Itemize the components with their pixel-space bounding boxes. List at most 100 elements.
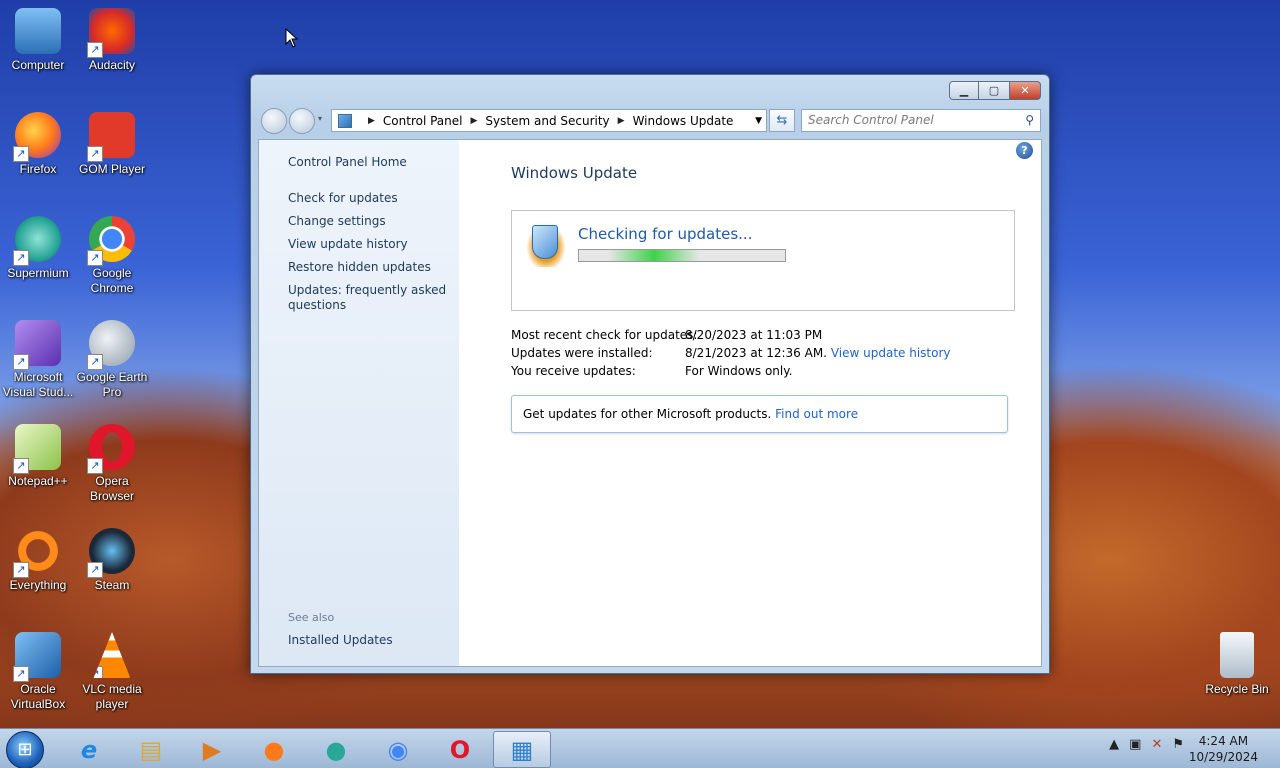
info-label: Updates were installed: [511, 346, 653, 360]
close-button[interactable]: ✕ [1009, 81, 1041, 100]
forward-button[interactable] [289, 108, 315, 134]
status-text: Checking for updates... [578, 225, 753, 243]
desktop-icon-label: Opera Browser [89, 474, 134, 503]
refresh-button[interactable]: ⇆ [769, 109, 795, 132]
breadcrumb-chevron-icon[interactable]: ▶ [471, 116, 478, 126]
clock-time: 4:24 AM [1198, 734, 1249, 748]
refresh-icon: ⇆ [776, 113, 788, 128]
desktop-icon-label: Oracle VirtualBox [10, 682, 66, 711]
address-bar[interactable]: ▶ Control Panel ▶ System and Security ▶ … [331, 109, 767, 132]
info-value: 8/20/2023 at 11:03 PM [685, 328, 823, 342]
network-icon[interactable]: ▣ [1129, 737, 1141, 752]
file-explorer-icon: ▤ [139, 735, 163, 764]
desktop-icon-google-earth[interactable]: Google Earth Pro [74, 320, 150, 400]
help-icon[interactable]: ? [1016, 142, 1033, 159]
chrome-icon: ◉ [387, 735, 409, 764]
breadcrumb-control-panel[interactable]: Control Panel [383, 114, 463, 128]
info-value: 8/21/2023 at 12:36 AM. [685, 346, 827, 360]
desktop-icon-label: Microsoft Visual Stud... [2, 370, 74, 399]
view-update-history-link[interactable]: View update history [831, 346, 951, 360]
notepadpp-icon [13, 424, 61, 474]
search-icon[interactable]: ⚲ [1025, 113, 1034, 127]
desktop-icon-chrome[interactable]: Google Chrome [74, 216, 150, 296]
firefox-icon: ● [263, 735, 285, 764]
desktop-icon-label: Firefox [19, 162, 57, 176]
desktop-icon-recycle-bin[interactable]: Recycle Bin [1199, 632, 1275, 697]
desktop-icon-visual-studio[interactable]: Microsoft Visual Stud... [0, 320, 76, 400]
desktop-icon-gom-player[interactable]: GOM Player [74, 112, 150, 177]
show-hidden-icons-icon[interactable]: ▲ [1109, 737, 1119, 752]
find-out-more-link[interactable]: Find out more [775, 407, 858, 421]
opera-icon: O [449, 735, 471, 764]
supermium-icon [13, 216, 61, 266]
desktop-icon-firefox[interactable]: Firefox [0, 112, 76, 177]
taskbar-media-player[interactable]: ▶ [183, 731, 241, 768]
volume-muted-icon[interactable]: ✕ [1151, 737, 1162, 752]
taskbar-chrome[interactable]: ◉ [369, 731, 427, 768]
search-input[interactable]: Search Control Panel ⚲ [801, 109, 1041, 132]
sidebar-restore-hidden-updates[interactable]: Restore hidden updates [288, 260, 448, 275]
desktop-icon-label: Google Earth Pro [76, 370, 148, 399]
desktop-icon-label: VLC media player [82, 682, 142, 711]
opera-icon [87, 424, 135, 474]
breadcrumb-system-and-security[interactable]: System and Security [485, 114, 609, 128]
vlc-icon [93, 632, 131, 678]
info-label: Most recent check for updates: [511, 328, 698, 342]
navigation-bar: ▾ ▶ Control Panel ▶ System and Security … [259, 107, 1041, 134]
sidebar-change-settings[interactable]: Change settings [288, 214, 448, 229]
supermium-icon: ● [325, 735, 347, 764]
breadcrumb-windows-update[interactable]: Windows Update [633, 114, 734, 128]
recycle-bin-icon [1220, 632, 1254, 678]
taskbar-supermium[interactable]: ● [307, 731, 365, 768]
back-button[interactable] [261, 108, 287, 134]
desktop-icon-label: Everything [9, 578, 67, 592]
update-status-panel: Checking for updates... [511, 210, 1015, 311]
desktop-icon-opera[interactable]: Opera Browser [74, 424, 150, 504]
sidebar-check-for-updates[interactable]: Check for updates [288, 191, 448, 206]
windows-update-icon [526, 223, 566, 267]
caption-buttons: ▁ ▢ ✕ [949, 81, 1041, 100]
recent-pages-dropdown-icon[interactable]: ▾ [318, 114, 322, 123]
firefox-icon [13, 112, 61, 162]
sidebar-control-panel-home[interactable]: Control Panel Home [288, 155, 448, 170]
promo-text: Get updates for other Microsoft products… [523, 407, 772, 421]
chrome-icon [87, 216, 135, 266]
taskbar-opera[interactable]: O [431, 731, 489, 768]
info-value-group: 8/21/2023 at 12:36 AM. View update histo… [685, 346, 951, 360]
desktop-icon-label: Computer [11, 58, 65, 72]
desktop-icon-supermium[interactable]: Supermium [0, 216, 76, 281]
desktop-icon-audacity[interactable]: Audacity [74, 8, 150, 73]
media-player-icon: ▶ [202, 735, 222, 764]
desktop-icon-vlc[interactable]: VLC media player [74, 632, 150, 712]
desktop-icon-everything[interactable]: Everything [0, 528, 76, 593]
desktop-icon-computer[interactable]: Computer [0, 8, 76, 73]
taskbar-file-explorer[interactable]: ▤ [122, 731, 180, 768]
address-dropdown-icon[interactable]: ▼ [755, 116, 762, 126]
desktop-icon-notepadpp[interactable]: Notepad++ [0, 424, 76, 489]
sidebar-installed-updates[interactable]: Installed Updates [288, 633, 448, 648]
taskbar-control-panel[interactable]: ▦ [493, 731, 551, 768]
breadcrumb-chevron-icon[interactable]: ▶ [618, 116, 625, 126]
page-title: Windows Update [511, 164, 638, 182]
google-earth-icon [87, 320, 135, 370]
control-panel-icon [338, 113, 352, 128]
desktop-icon-steam[interactable]: Steam [74, 528, 150, 593]
start-button[interactable]: ⊞ [6, 731, 44, 768]
audacity-icon [87, 8, 135, 58]
sidebar-updates-faq[interactable]: Updates: frequently asked questions [288, 283, 448, 313]
other-products-banner: Get updates for other Microsoft products… [511, 395, 1008, 433]
breadcrumb-chevron-icon[interactable]: ▶ [368, 116, 375, 126]
mouse-cursor-icon [285, 28, 299, 48]
task-pane: Control Panel Home Check for updates Cha… [259, 140, 459, 666]
search-placeholder: Search Control Panel [808, 113, 934, 127]
taskbar: ⊞ e ▤ ▶ ● ● ◉ O ▦ ▲ ▣ ✕ ⚑ 4:24 AM 10/29/… [0, 728, 1280, 768]
taskbar-internet-explorer[interactable]: e [60, 731, 118, 768]
minimize-button[interactable]: ▁ [949, 81, 979, 100]
clock-date: 10/29/2024 [1188, 750, 1258, 764]
action-center-flag-icon[interactable]: ⚑ [1172, 737, 1184, 752]
clock[interactable]: 4:24 AM 10/29/2024 [1189, 733, 1258, 765]
taskbar-firefox[interactable]: ● [245, 731, 303, 768]
maximize-button[interactable]: ▢ [978, 81, 1010, 100]
desktop-icon-virtualbox[interactable]: Oracle VirtualBox [0, 632, 76, 712]
sidebar-view-update-history[interactable]: View update history [288, 237, 448, 252]
